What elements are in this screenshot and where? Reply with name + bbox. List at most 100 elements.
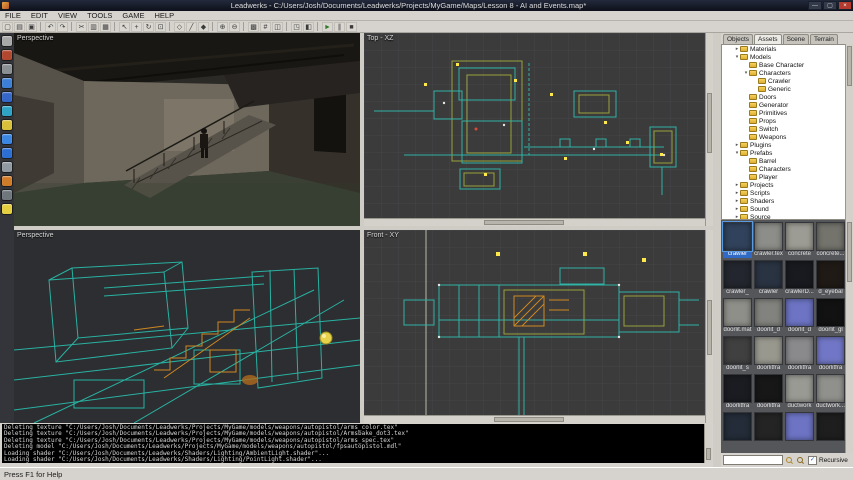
toolbar-icon[interactable] [212,22,215,31]
asset-thumbnail[interactable]: doorlitfra [754,374,783,410]
panel-splitter[interactable] [713,33,721,467]
search-options-icon[interactable] [796,456,805,465]
menu-item[interactable]: EDIT [26,11,53,20]
scrollbar-thumb[interactable] [847,46,852,86]
asset-thumbnail[interactable]: doorlit_s [723,336,752,372]
asset-thumbnail-image[interactable] [816,222,845,251]
asset-thumbnail-image[interactable] [785,298,814,327]
spot-light-tool[interactable] [2,162,12,172]
wireframe-view-icon[interactable]: ◳ [291,22,302,32]
tree-folder-row[interactable]: Switch [722,125,852,133]
recursive-checkbox[interactable]: ✓ [808,456,817,465]
tree-folder-row[interactable]: Generic [722,85,852,93]
grid-smaller-icon[interactable]: ▩ [248,22,259,32]
run-game-icon[interactable]: ► [322,22,333,32]
tree-folder-row[interactable]: Player [722,173,852,181]
asset-thumbnail-image[interactable] [723,412,752,441]
tree-folder-row[interactable]: Characters [722,165,852,173]
vertex-mode-icon[interactable]: ◇ [174,22,185,32]
select-icon[interactable]: ↖ [119,22,130,32]
asset-thumbnail-image[interactable] [723,260,752,289]
top-xz-wireframe-canvas[interactable] [364,33,705,218]
asset-thumbnail-image[interactable] [754,374,783,403]
close-button[interactable]: × [838,1,852,10]
menu-item[interactable]: HELP [150,11,180,20]
tree-folder-row[interactable]: Doors [722,93,852,101]
asset-thumbnail[interactable]: doorlit_d [754,298,783,334]
asset-thumbnail-image[interactable] [816,374,845,403]
point-light-tool[interactable] [2,148,12,158]
asset-thumbnail[interactable]: doorlit.mat [723,298,752,334]
perspective-wireframe-canvas[interactable] [14,230,360,423]
console-scrollbar[interactable] [704,424,712,463]
toolbar-icon[interactable] [71,22,74,31]
grid-larger-icon[interactable]: # [260,22,271,32]
toolbar-icon[interactable] [243,22,246,31]
asset-thumbnail-image[interactable] [723,222,752,251]
asset-thumbnail-image[interactable] [723,374,752,403]
tree-folder-row[interactable]: Primitives [722,109,852,117]
cylinder-brush-tool[interactable] [2,106,12,116]
asset-filter-input[interactable] [723,455,783,465]
zoom-in-icon[interactable]: ⊕ [217,22,228,32]
panel-tab[interactable]: Terrain [810,34,838,44]
scrollbar-thumb[interactable] [706,448,711,460]
edge-mode-icon[interactable]: ╱ [186,22,197,32]
menu-item[interactable]: GAME [117,11,149,20]
asset-thumbnail-image[interactable] [754,260,783,289]
asset-thumbnail[interactable] [754,412,783,448]
asset-thumbnail-image[interactable] [723,298,752,327]
asset-thumbnail[interactable]: concrete [785,222,814,258]
asset-thumbnail[interactable]: doorlit_d [785,298,814,334]
asset-thumbnail[interactable]: crawler_ [723,260,752,296]
panel-tab[interactable]: Assets [754,34,782,44]
front-xy-wireframe-canvas[interactable] [364,230,705,415]
undo-icon[interactable]: ↶ [45,22,56,32]
asset-thumbnail-image[interactable] [816,412,845,441]
asset-thumbnail[interactable]: doorlitfra [785,336,814,372]
scrollbar-thumb[interactable] [707,300,712,355]
tree-folder-row[interactable]: ▸ Sound [722,205,852,213]
toolbar-icon[interactable] [286,22,289,31]
translate-tool[interactable] [2,50,12,60]
viewport-perspective-rendered[interactable]: Perspective [14,33,360,226]
asset-thumbnail[interactable]: crawler [723,222,752,258]
asset-thumbnail-image[interactable] [754,412,783,441]
new-icon[interactable]: ▢ [2,22,13,32]
asset-thumbnail-image[interactable] [785,412,814,441]
paste-icon[interactable]: ▦ [100,22,111,32]
face-mode-icon[interactable]: ◆ [198,22,209,32]
asset-thumbnail[interactable]: doorlitfra [754,336,783,372]
tree-folder-row[interactable]: ▸ Materials [722,45,852,53]
pause-game-icon[interactable]: ∥ [334,22,345,32]
scrollbar-thumb[interactable] [494,417,564,422]
viewport-front-xy[interactable]: Front - XY [364,230,705,415]
panel-tab[interactable]: Scene [783,34,809,44]
tree-folder-row[interactable]: ▸ Source [722,213,852,220]
menu-item[interactable]: FILE [0,11,26,20]
top-xz-vertical-scrollbar[interactable] [705,33,713,226]
rotate-tool[interactable] [2,64,12,74]
sphere-brush-tool[interactable] [2,134,12,144]
asset-thumbnail[interactable]: crawler [754,260,783,296]
asset-thumbnail[interactable] [723,412,752,448]
asset-thumbnail-image[interactable] [754,222,783,251]
scale-tool[interactable] [2,78,12,88]
camera-tool[interactable] [2,190,12,200]
tree-folder-row[interactable]: Crawler [722,77,852,85]
asset-thumbnail[interactable] [785,412,814,448]
tree-scrollbar[interactable] [845,44,853,220]
tree-folder-row[interactable]: ▸ Plugins [722,141,852,149]
toolbar-icon[interactable] [169,22,172,31]
asset-thumbnail[interactable]: doorlit_gl [816,298,845,334]
search-icon[interactable] [785,456,794,465]
tree-folder-row[interactable]: Barrel [722,157,852,165]
save-icon[interactable]: ▣ [26,22,37,32]
asset-thumbnail[interactable]: crawlerD... [785,260,814,296]
move-icon[interactable]: + [131,22,142,32]
asset-thumbnail-image[interactable] [754,298,783,327]
snap-toggle-icon[interactable]: ◫ [272,22,283,32]
tree-folder-row[interactable]: ▾ Characters [722,69,852,77]
asset-thumbnail[interactable]: doorlitfra [723,374,752,410]
stop-game-icon[interactable]: ■ [346,22,357,32]
